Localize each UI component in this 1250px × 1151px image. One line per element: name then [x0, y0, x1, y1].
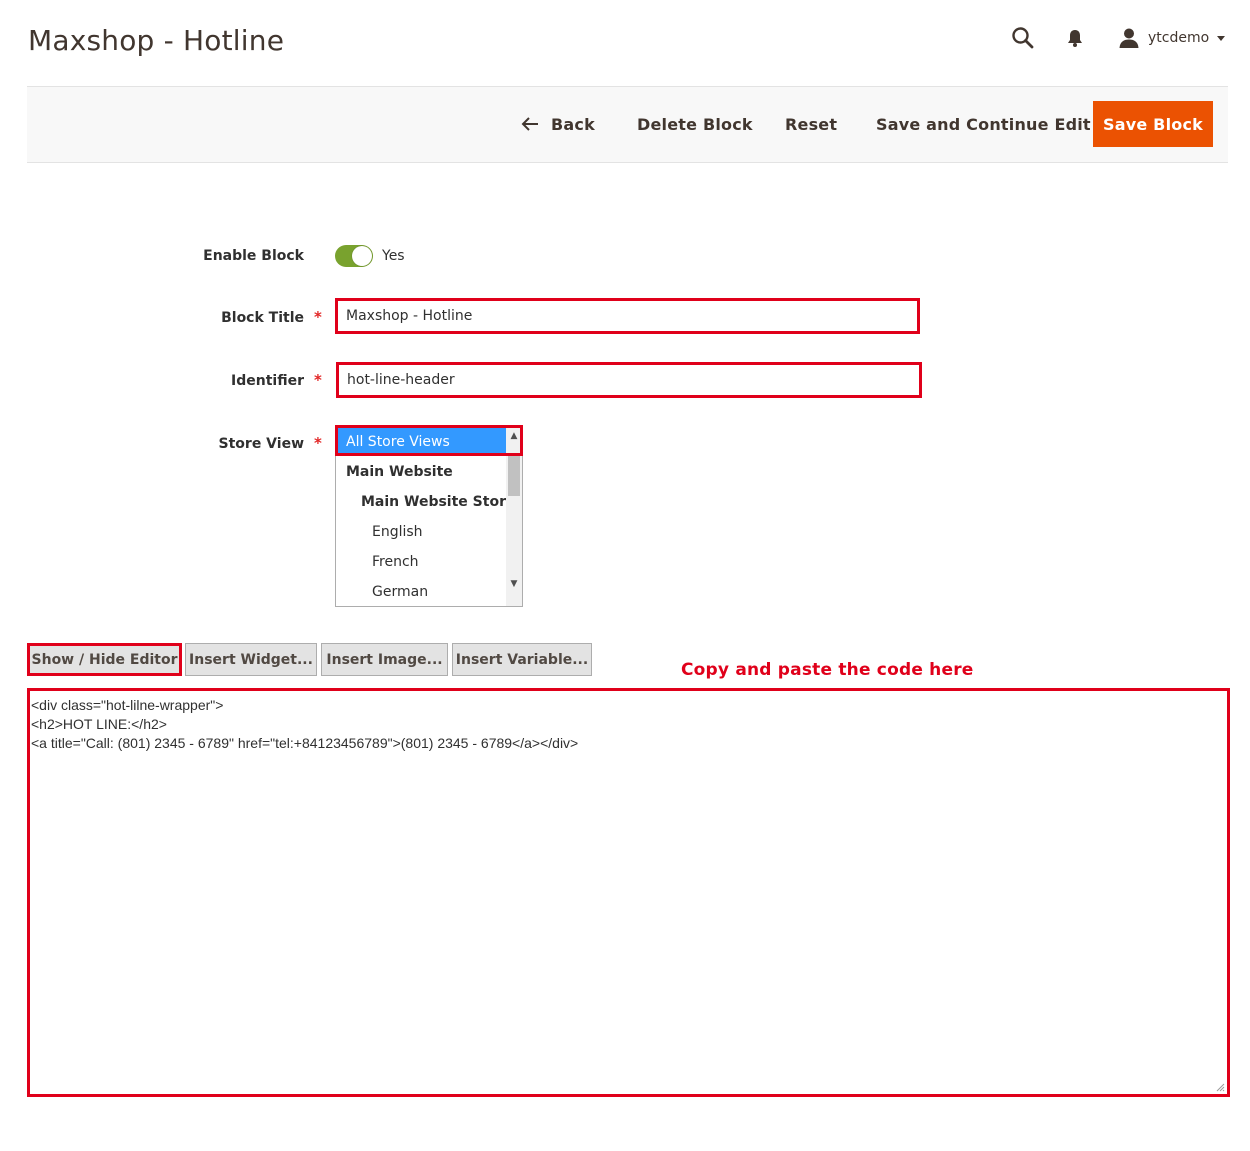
store-option-main-website[interactable]: Main Website — [336, 457, 506, 487]
chevron-down-icon[interactable]: ▼ — [506, 576, 522, 592]
code-line: <a title="Call: (801) 2345 - 6789" href=… — [31, 735, 579, 751]
reset-button[interactable]: Reset — [785, 101, 837, 147]
code-line: <h2>HOT LINE:</h2> — [31, 716, 167, 732]
user-name: ytcdemo — [1148, 30, 1210, 46]
content-editor-textarea[interactable]: <div class="hot-lilne-wrapper"> <h2>HOT … — [27, 688, 1230, 1097]
save-and-continue-button[interactable]: Save and Continue Edit — [876, 101, 1091, 147]
instruction-note: Copy and paste the code here — [681, 660, 974, 680]
chevron-down-icon — [1217, 35, 1226, 41]
code-line: <div class="hot-lilne-wrapper"> — [31, 697, 224, 713]
insert-image-button[interactable]: Insert Image... — [321, 643, 448, 676]
insert-variable-button[interactable]: Insert Variable... — [452, 643, 592, 676]
store-list-scrollbar[interactable]: ▲ ▼ — [506, 426, 522, 606]
scrollbar-thumb[interactable] — [508, 456, 520, 496]
identifier-label: Identifier — [231, 373, 304, 389]
chevron-up-icon[interactable]: ▲ — [506, 428, 522, 444]
store-option-english[interactable]: English — [336, 517, 506, 547]
show-hide-editor-button[interactable]: Show / Hide Editor — [27, 643, 182, 676]
block-title-label: Block Title — [221, 310, 304, 326]
enable-block-toggle[interactable] — [335, 245, 373, 267]
save-block-button[interactable]: Save Block — [1093, 101, 1213, 147]
required-asterisk: * — [314, 434, 322, 452]
back-button[interactable]: Back — [521, 101, 595, 147]
user-menu[interactable]: ytcdemo — [1118, 26, 1226, 50]
enable-block-value: Yes — [382, 248, 405, 264]
code-content: <div class="hot-lilne-wrapper"> <h2>HOT … — [31, 696, 578, 753]
page-title: Maxshop - Hotline — [28, 24, 285, 57]
required-asterisk: * — [314, 371, 322, 389]
delete-block-button[interactable]: Delete Block — [637, 101, 753, 147]
store-option-all[interactable]: All Store Views — [338, 428, 506, 456]
identifier-input[interactable] — [336, 362, 922, 398]
store-view-multiselect[interactable]: All Store Views Main Website Main Websit… — [335, 425, 523, 607]
arrow-left-icon — [521, 117, 538, 131]
toggle-knob — [352, 246, 372, 266]
resize-grip-icon[interactable] — [1215, 1082, 1225, 1092]
store-option-german[interactable]: German — [336, 577, 506, 606]
store-option-main-website-store[interactable]: Main Website Store — [336, 487, 515, 517]
page-actions-bar: Back Delete Block Reset Save and Continu… — [27, 86, 1228, 163]
required-asterisk: * — [314, 308, 322, 326]
search-icon[interactable] — [1011, 26, 1035, 50]
block-title-input[interactable] — [335, 298, 920, 334]
back-label: Back — [551, 114, 595, 134]
insert-widget-button[interactable]: Insert Widget... — [185, 643, 317, 676]
enable-block-label: Enable Block — [203, 248, 304, 264]
store-view-label: Store View — [218, 436, 304, 452]
bell-icon[interactable] — [1065, 28, 1085, 48]
store-option-french[interactable]: French — [336, 547, 506, 577]
user-icon — [1119, 28, 1139, 48]
